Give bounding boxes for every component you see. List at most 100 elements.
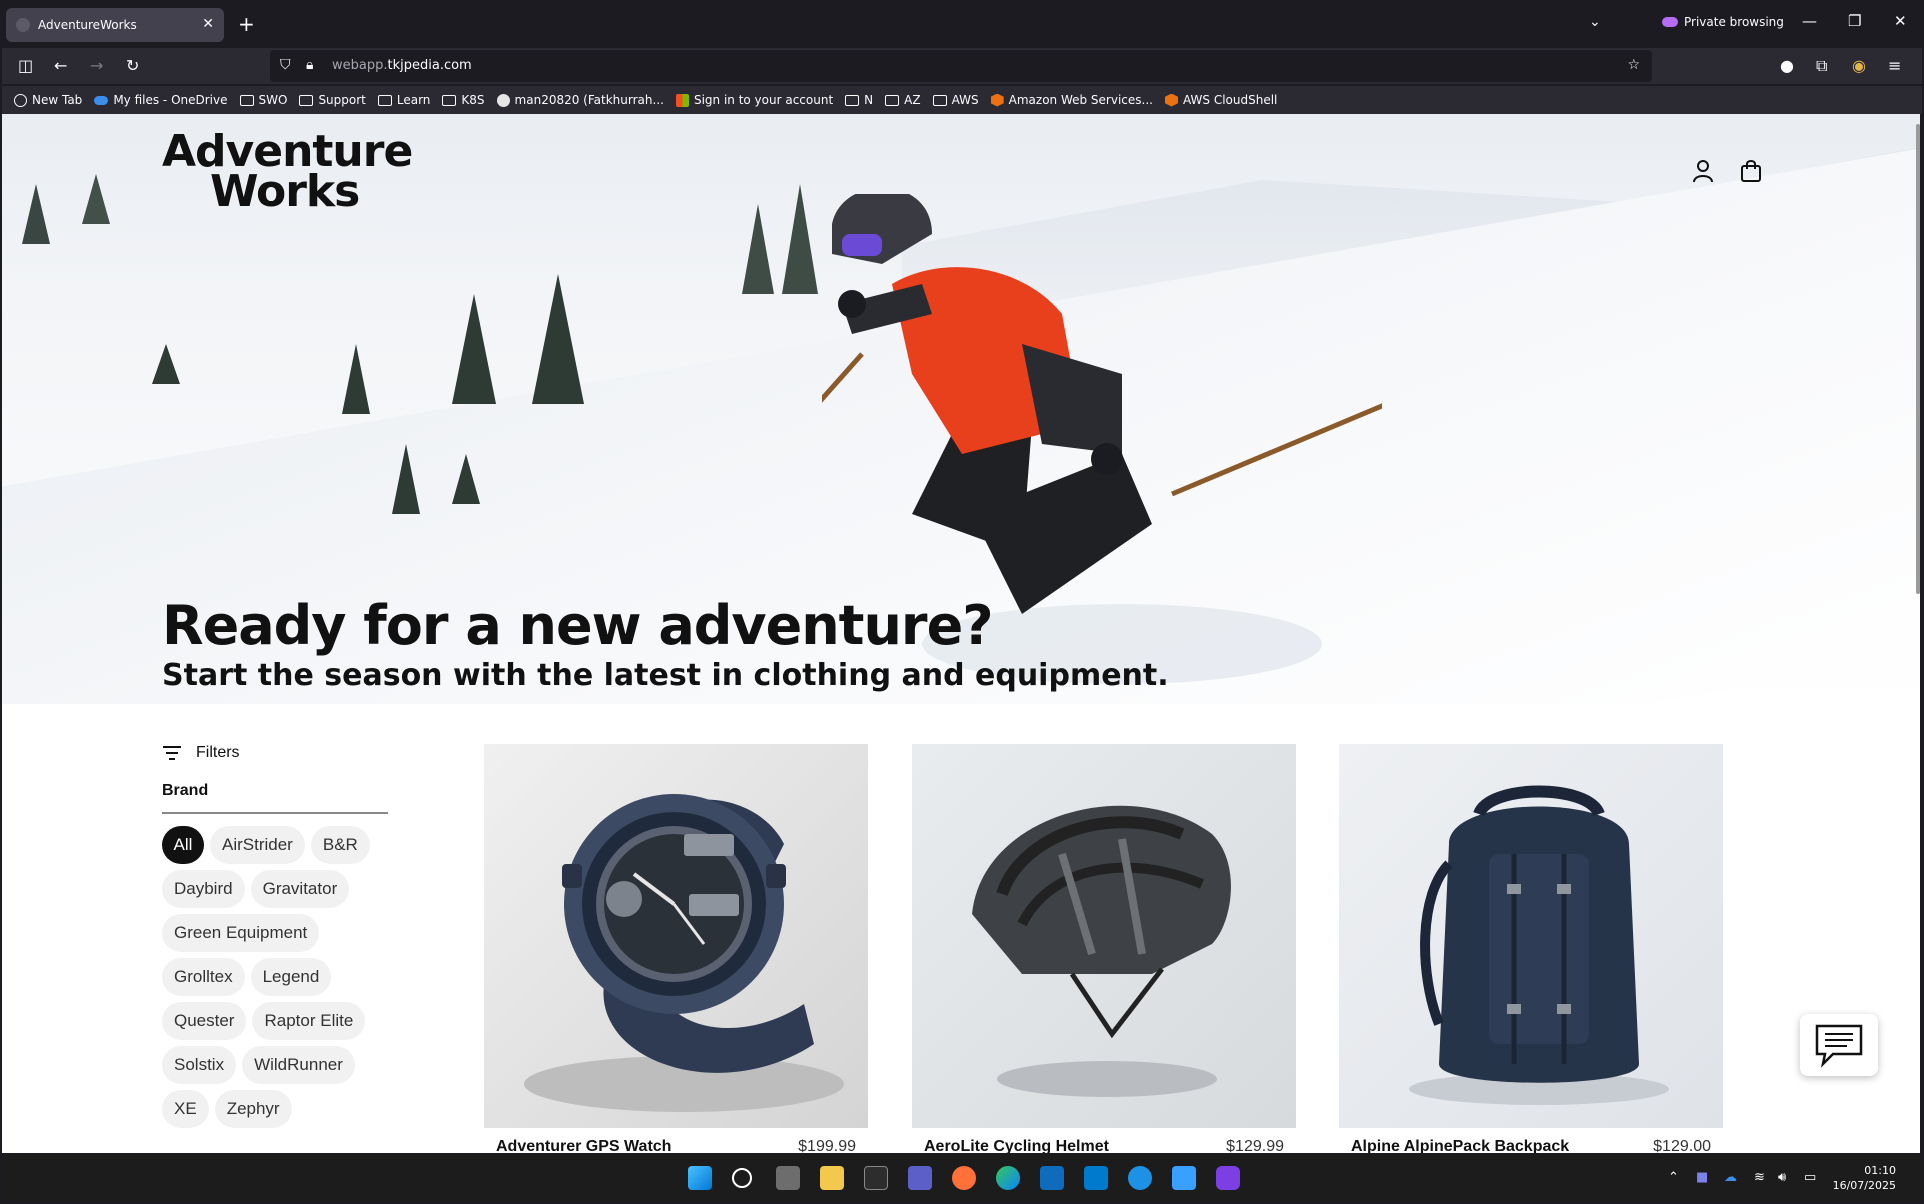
shopping-bag-icon[interactable] — [1738, 158, 1764, 184]
bookmark-swo[interactable]: SWO — [239, 93, 287, 107]
firefox-private-icon[interactable] — [1216, 1166, 1240, 1190]
url-text[interactable]: webapp.tkjpedia.com — [332, 58, 472, 73]
task-view-icon[interactable] — [776, 1166, 800, 1190]
notepad-icon[interactable] — [1172, 1166, 1196, 1190]
cycling-helmet-image — [972, 805, 1231, 1097]
windows-start-icon[interactable] — [688, 1166, 712, 1190]
brand-chip-list: All AirStrider B&R Daybird Gravitator Gr… — [162, 826, 388, 1128]
github-icon — [496, 93, 510, 107]
extensions-icon[interactable]: ⧉ — [1816, 56, 1827, 76]
product-name[interactable]: AeroLite Cycling Helmet — [924, 1138, 1109, 1153]
tab-adventureworks[interactable]: AdventureWorks ✕ — [6, 8, 224, 42]
wifi-icon[interactable]: ≋ — [1754, 1170, 1765, 1185]
docker-icon[interactable] — [1128, 1166, 1152, 1190]
brand-chip-grolltex[interactable]: Grolltex — [162, 958, 245, 996]
product-image-backpack[interactable] — [1339, 744, 1723, 1128]
system-clock[interactable]: 01:10 16/07/2025 — [1833, 1163, 1896, 1193]
folder-icon — [932, 94, 947, 106]
bookmark-learn[interactable]: Learn — [377, 93, 431, 107]
reload-icon[interactable]: ↻ — [126, 56, 139, 75]
bookmark-github[interactable]: man20820 (Fatkhurrah... — [496, 93, 664, 107]
teams-icon[interactable] — [908, 1166, 932, 1190]
terminal-icon[interactable] — [864, 1166, 888, 1190]
brand-chip-xe[interactable]: XE — [162, 1090, 209, 1128]
new-tab-button[interactable]: + — [238, 12, 255, 36]
bookmark-aws-folder[interactable]: AWS — [932, 93, 979, 107]
brand-chip-quester[interactable]: Quester — [162, 1002, 247, 1040]
file-explorer-icon[interactable] — [820, 1166, 844, 1190]
bookmark-label: Learn — [396, 93, 431, 107]
tree-image — [342, 344, 370, 414]
back-arrow-icon[interactable]: ← — [54, 56, 67, 75]
bookmark-support[interactable]: Support — [299, 93, 366, 107]
bookmark-label: Amazon Web Services... — [1008, 93, 1153, 107]
bookmark-aws-cloudshell[interactable]: AWS CloudShell — [1164, 93, 1278, 107]
battery-icon[interactable]: ▭ — [1804, 1170, 1816, 1185]
teams-tray-icon[interactable]: ■ — [1696, 1170, 1708, 1185]
product-image-helmet[interactable] — [912, 744, 1296, 1128]
brand-chip-gravitator[interactable]: Gravitator — [250, 870, 350, 908]
bookmark-n[interactable]: N — [845, 93, 873, 107]
bookmark-k8s[interactable]: K8S — [442, 93, 485, 107]
minimize-button[interactable]: — — [1802, 12, 1817, 30]
firefox-icon[interactable] — [952, 1166, 976, 1190]
filters-toggle[interactable]: Filters — [162, 744, 392, 762]
adventureworks-logo[interactable]: Adventure Works — [162, 130, 413, 214]
bookmark-sign-in[interactable]: Sign in to your account — [675, 93, 833, 107]
bookmark-star-icon[interactable]: ☆ — [1627, 57, 1640, 73]
hero-title: Ready for a new adventure? — [162, 594, 994, 657]
close-window-button[interactable]: ✕ — [1894, 12, 1907, 30]
chat-support-button[interactable] — [1800, 1014, 1878, 1076]
brand-chip-raptor-elite[interactable]: Raptor Elite — [252, 1002, 366, 1040]
tree-image — [152, 344, 180, 384]
brand-chip-all[interactable]: All — [162, 826, 204, 864]
product-name[interactable]: Alpine AlpinePack Backpack — [1351, 1138, 1569, 1153]
brand-chip-solstix[interactable]: Solstix — [162, 1046, 237, 1084]
product-image-watch[interactable] — [484, 744, 868, 1128]
brand-chip-green-equipment[interactable]: Green Equipment — [162, 914, 320, 952]
tab-favicon-icon — [16, 18, 30, 32]
bookmark-new-tab[interactable]: New Tab — [14, 93, 82, 107]
product-card[interactable]: AeroLite Cycling Helmet $129.99 — [912, 744, 1296, 1153]
tray-overflow-chevron-icon[interactable]: ⌃ — [1668, 1170, 1679, 1185]
product-name[interactable]: Adventurer GPS Watch — [496, 1138, 671, 1153]
sidebar-toggle-icon[interactable]: ◫ — [18, 56, 33, 75]
bookmark-label: My files - OneDrive — [113, 93, 228, 107]
lock-icon[interactable]: 🔒︎ — [306, 57, 313, 73]
user-account-icon[interactable] — [1690, 158, 1716, 184]
menu-hamburger-icon[interactable]: ≡ — [1888, 56, 1901, 75]
tree-image — [452, 454, 480, 504]
close-tab-icon[interactable]: ✕ — [202, 16, 214, 32]
bookmark-onedrive[interactable]: My files - OneDrive — [94, 93, 228, 107]
profile-avatar-icon[interactable]: ◉ — [1852, 56, 1866, 75]
product-card[interactable]: Alpine AlpinePack Backpack $129.00 — [1339, 744, 1723, 1153]
vscode-icon[interactable] — [1084, 1166, 1108, 1190]
brand-chip-daybird[interactable]: Daybird — [162, 870, 245, 908]
firefox-account-icon[interactable]: ● — [1780, 56, 1794, 75]
bookmark-aws-console[interactable]: Amazon Web Services... — [990, 93, 1153, 107]
bookmark-label: AWS CloudShell — [1182, 93, 1278, 107]
brand-chip-legend[interactable]: Legend — [250, 958, 332, 996]
product-info: Adventurer GPS Watch $199.99 — [484, 1128, 868, 1153]
microsoft-icon — [675, 93, 689, 107]
shield-icon[interactable]: ⛉ — [280, 57, 291, 73]
list-tabs-chevron-icon[interactable]: ⌄ — [1589, 14, 1601, 30]
brand-chip-airstrider[interactable]: AirStrider — [210, 826, 305, 864]
onedrive-tray-icon[interactable]: ☁ — [1724, 1170, 1737, 1185]
brand-chip-zephyr[interactable]: Zephyr — [214, 1090, 292, 1128]
bookmark-az[interactable]: AZ — [885, 93, 921, 107]
edge-icon[interactable] — [996, 1166, 1020, 1190]
restore-button[interactable]: ❐ — [1848, 12, 1861, 30]
page-scrollbar[interactable] — [1916, 124, 1920, 594]
brand-chip-wildrunner[interactable]: WildRunner — [242, 1046, 355, 1084]
gps-watch-image — [524, 794, 844, 1112]
bookmark-label: K8S — [461, 93, 485, 107]
forward-arrow-icon[interactable]: → — [90, 56, 103, 75]
brand-chip-b-and-r[interactable]: B&R — [310, 826, 370, 864]
search-icon[interactable] — [732, 1168, 752, 1188]
outlook-icon[interactable] — [1040, 1166, 1064, 1190]
folder-icon — [299, 94, 314, 106]
product-card[interactable]: Adventurer GPS Watch $199.99 — [484, 744, 868, 1153]
volume-icon[interactable]: 🔊︎ — [1778, 1170, 1786, 1185]
address-bar[interactable]: ⛉ 🔒︎ webapp.tkjpedia.com ☆ — [270, 50, 1652, 82]
